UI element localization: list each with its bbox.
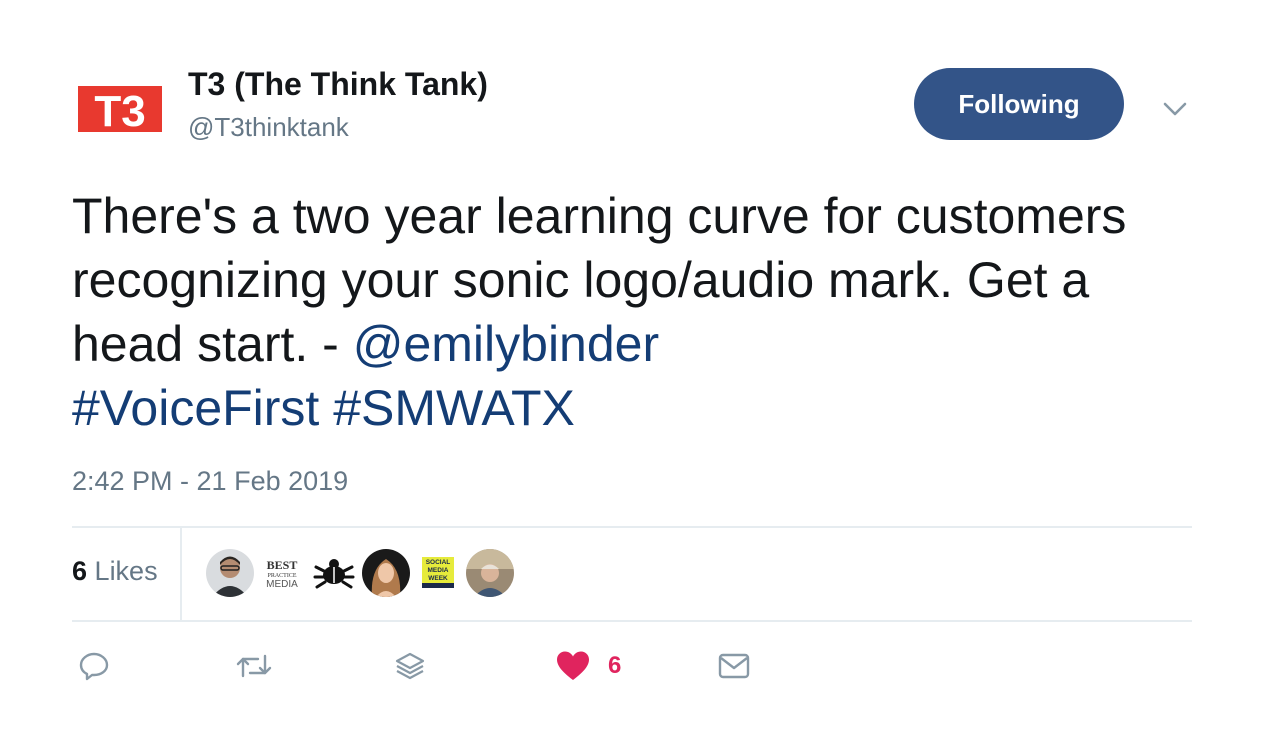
hashtag-link[interactable]: #VoiceFirst (72, 380, 319, 436)
svg-text:T3: T3 (94, 87, 145, 132)
likes-count[interactable]: 6 Likes (72, 556, 158, 587)
retweet-button[interactable] (234, 644, 274, 688)
tweet-text: There's a two year learning curve for cu… (72, 184, 1212, 440)
avatar[interactable] (466, 549, 514, 597)
svg-text:MEDIA: MEDIA (266, 579, 298, 590)
envelope-icon (718, 653, 750, 679)
divider (72, 526, 1192, 528)
hashtag-link[interactable]: #SMWATX (333, 380, 575, 436)
divider (72, 620, 1192, 622)
stack-icon (395, 652, 425, 680)
svg-text:MEDIA: MEDIA (428, 567, 449, 574)
retweet-icon (236, 654, 272, 678)
liker-avatars: BEST PRACTICE MEDIA SOCIAL MEDIA WEEK (206, 549, 514, 597)
mention-link[interactable]: @emilybinder (353, 316, 659, 372)
following-button[interactable]: Following (914, 68, 1124, 140)
avatar[interactable]: BEST PRACTICE MEDIA (258, 549, 306, 597)
svg-text:SOCIAL: SOCIAL (426, 559, 451, 566)
avatar[interactable] (206, 549, 254, 597)
t3-logo[interactable]: T3 (78, 86, 162, 132)
display-name[interactable]: T3 (The Think Tank) (188, 66, 488, 103)
reply-button[interactable] (78, 644, 110, 688)
like-button[interactable]: 6 (556, 644, 621, 688)
tweet-timestamp[interactable]: 2:42 PM - 21 Feb 2019 (72, 466, 348, 497)
chevron-down-icon[interactable] (1160, 94, 1190, 124)
stack-button[interactable] (394, 644, 426, 688)
tweet-actions: 6 (0, 644, 1266, 688)
reply-icon (79, 652, 109, 681)
avatar[interactable] (362, 549, 410, 597)
account-handle[interactable]: @T3thinktank (188, 112, 349, 143)
like-count: 6 (608, 652, 622, 679)
direct-message-button[interactable] (718, 644, 750, 688)
heart-icon (557, 651, 589, 680)
svg-text:WEEK: WEEK (428, 575, 448, 582)
avatar[interactable]: SOCIAL MEDIA WEEK (414, 549, 462, 597)
svg-text:BEST: BEST (267, 558, 298, 572)
divider (180, 528, 182, 620)
avatar[interactable] (310, 549, 358, 597)
